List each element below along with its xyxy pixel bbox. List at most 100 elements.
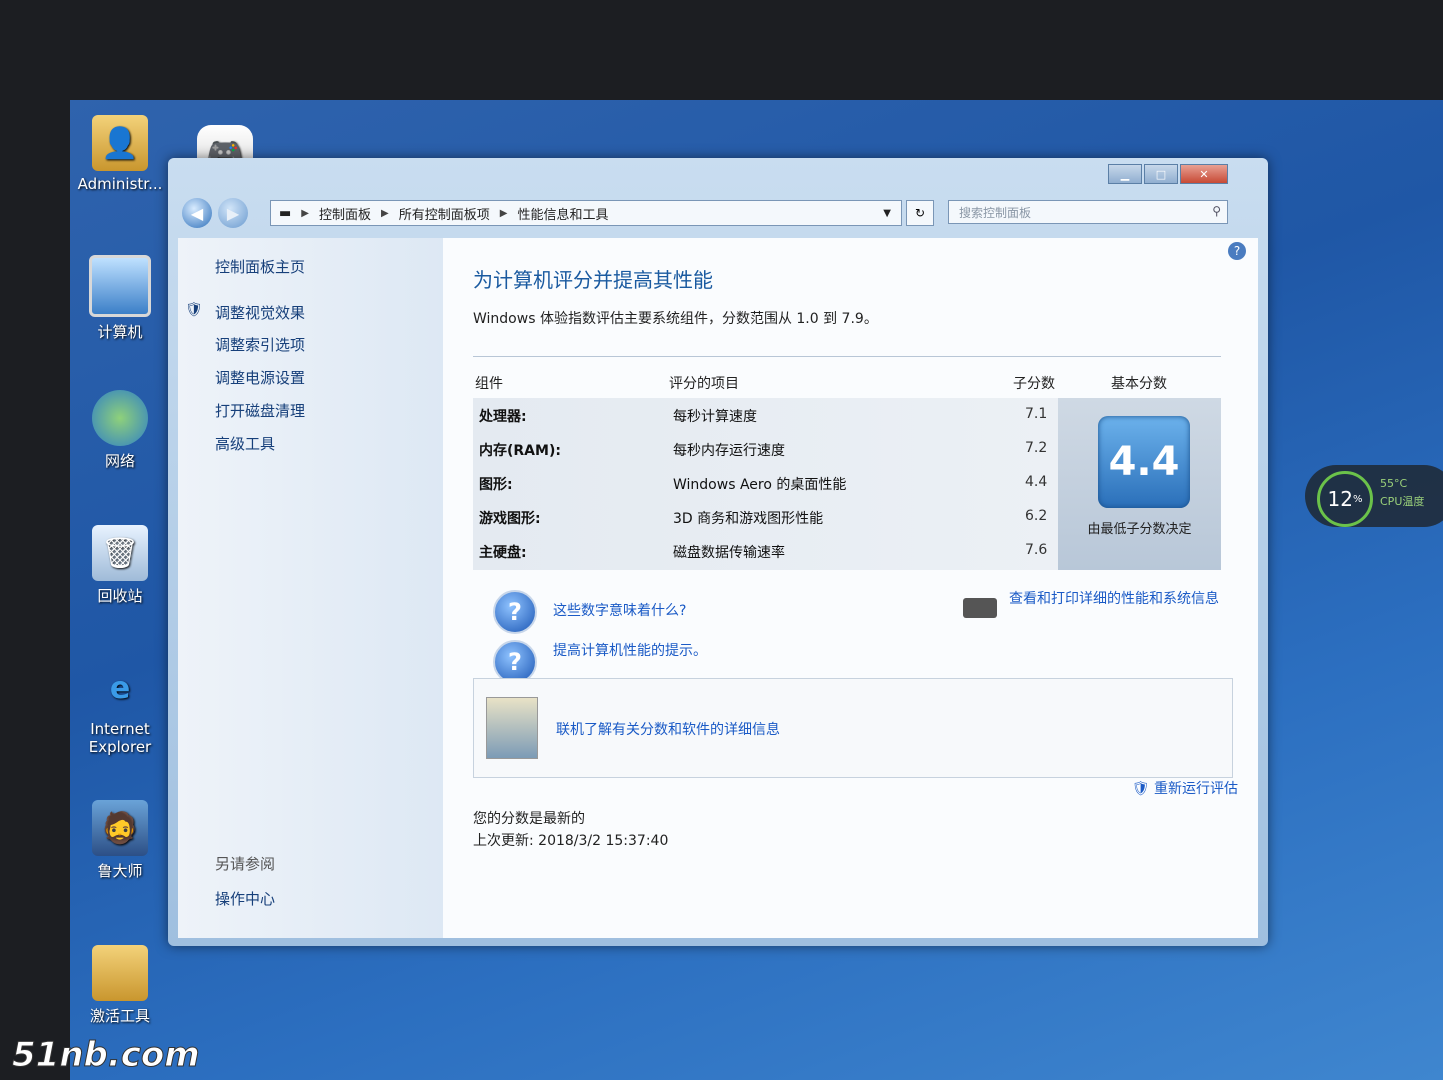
desktop-icon-activation[interactable]: 激活工具 xyxy=(70,945,170,1026)
desktop-icon-network[interactable]: 网络 xyxy=(70,390,170,471)
search-input[interactable]: 搜索控制面板 ⚲ xyxy=(948,200,1228,224)
base-score-value: 4.4 xyxy=(1098,416,1190,508)
performance-window: ▁ □ ✕ ◀ ▶ ▬ ▶ 控制面板 ▶ 所有控制面板项 ▶ 性能信息和工具 ▼… xyxy=(168,158,1268,946)
base-score-panel: 4.4 由最低子分数决定 xyxy=(1058,398,1221,570)
desktop-icon-ie[interactable]: e Internet Explorer xyxy=(70,660,170,757)
breadcrumb-separator-icon: ▶ xyxy=(381,207,389,219)
score-status: 您的分数是最新的 上次更新: 2018/3/2 15:37:40 xyxy=(473,808,668,852)
sidebar-see-also: 另请参阅 xyxy=(215,855,276,873)
breadcrumb-performance[interactable]: 性能信息和工具 xyxy=(517,204,608,223)
row-component: 图形: xyxy=(479,477,513,493)
back-button[interactable]: ◀ xyxy=(182,198,212,228)
refresh-button[interactable]: ↻ xyxy=(906,200,934,226)
main-panel: ? 为计算机评分并提高其性能 Windows 体验指数评估主要系统组件，分数范围… xyxy=(443,238,1258,938)
forward-button[interactable]: ▶ xyxy=(218,198,248,228)
shield-icon: 🛡 xyxy=(185,302,203,318)
row-component: 内存(RAM): xyxy=(479,443,561,459)
row-score: 7.1 xyxy=(1025,406,1048,422)
close-button[interactable]: ✕ xyxy=(1180,164,1228,184)
desktop-icon-computer[interactable]: 计算机 xyxy=(70,255,170,342)
desktop-icon-label: 回收站 xyxy=(97,587,143,605)
row-item: 每秒内存运行速度 xyxy=(673,443,785,459)
desktop-icon-label: 网络 xyxy=(104,452,135,470)
maximize-button[interactable]: □ xyxy=(1144,164,1178,184)
desktop-icon-label: Internet Explorer xyxy=(88,720,152,756)
row-score: 6.2 xyxy=(1025,508,1048,524)
search-placeholder: 搜索控制面板 xyxy=(959,205,1032,220)
folder-icon xyxy=(92,945,148,1001)
link-what-numbers-mean[interactable]: 这些数字意味着什么? xyxy=(553,600,686,620)
desktop-icon-label: Administr... xyxy=(77,175,163,193)
row-component: 处理器: xyxy=(479,409,527,425)
row-score: 7.2 xyxy=(1025,440,1048,456)
address-bar[interactable]: ▬ ▶ 控制面板 ▶ 所有控制面板项 ▶ 性能信息和工具 ▼ xyxy=(270,200,902,226)
forward-arrow-icon: ▶ xyxy=(226,203,240,223)
rerun-label: 重新运行评估 xyxy=(1154,781,1238,797)
cpu-temp-label: CPU温度 xyxy=(1380,495,1425,508)
window-content: 控制面板主页 🛡 调整视觉效果 调整索引选项 调整电源设置 打开磁盘清理 高级工… xyxy=(178,238,1258,938)
network-icon xyxy=(92,390,148,446)
breadcrumb-all-items[interactable]: 所有控制面板项 xyxy=(399,204,490,223)
cpu-usage-ring: 12% xyxy=(1317,471,1373,527)
address-dropdown-icon[interactable]: ▼ xyxy=(883,208,891,219)
recycle-bin-icon: 🗑 xyxy=(92,525,148,581)
window-controls: ▁ □ ✕ xyxy=(1106,164,1228,184)
status-up-to-date: 您的分数是最新的 xyxy=(473,811,585,827)
breadcrumb-separator-icon: ▶ xyxy=(499,207,508,219)
row-item: 每秒计算速度 xyxy=(673,409,757,425)
breadcrumb-control-panel[interactable]: 控制面板 xyxy=(319,204,371,223)
online-info-box: 联机了解有关分数和软件的详细信息 xyxy=(473,678,1233,778)
rerun-assessment-link[interactable]: 🛡 重新运行评估 xyxy=(1132,778,1238,798)
page-description: Windows 体验指数评估主要系统组件，分数范围从 1.0 到 7.9。 xyxy=(473,311,878,327)
ie-icon: e xyxy=(109,670,131,706)
row-score: 7.6 xyxy=(1025,542,1048,558)
sidebar: 控制面板主页 🛡 调整视觉效果 调整索引选项 调整电源设置 打开磁盘清理 高级工… xyxy=(178,238,443,938)
desktop-icon-label: 鲁大师 xyxy=(97,862,143,880)
desktop-icon-label: 计算机 xyxy=(97,323,143,341)
page-title: 为计算机评分并提高其性能 xyxy=(473,268,713,292)
header-subscore: 子分数 xyxy=(1013,376,1055,392)
sidebar-item-power[interactable]: 调整电源设置 xyxy=(215,367,305,388)
desktop-icon-recycle-bin[interactable]: 🗑 回收站 xyxy=(70,525,170,606)
row-component: 游戏图形: xyxy=(479,511,541,527)
sidebar-action-center[interactable]: 操作中心 xyxy=(215,888,275,909)
header-base-score: 基本分数 xyxy=(1111,376,1167,392)
user-folder-icon: 👤 xyxy=(92,115,148,171)
link-online-info[interactable]: 联机了解有关分数和软件的详细信息 xyxy=(556,719,780,739)
sidebar-item-indexing[interactable]: 调整索引选项 xyxy=(215,334,305,355)
row-item: 磁盘数据传输速率 xyxy=(673,545,785,561)
status-last-update: 上次更新: 2018/3/2 15:37:40 xyxy=(473,833,669,849)
row-item: Windows Aero 的桌面性能 xyxy=(673,477,847,493)
computer-icon xyxy=(89,255,151,317)
cpu-gadget[interactable]: 12% 55°C CPU温度 xyxy=(1305,465,1443,527)
breadcrumb-separator-icon: ▶ xyxy=(301,207,309,219)
link-detailed-info[interactable]: 查看和打印详细的性能和系统信息 xyxy=(1009,588,1219,608)
sidebar-control-panel-home[interactable]: 控制面板主页 xyxy=(215,256,305,277)
printer-icon xyxy=(963,598,997,618)
control-panel-icon: ▬ xyxy=(279,205,292,221)
help-icon[interactable]: ? xyxy=(1228,242,1246,260)
row-score: 4.4 xyxy=(1025,474,1048,490)
desktop-icon-administrator[interactable]: 👤 Administr... xyxy=(70,115,170,193)
watermark: 51nb.com xyxy=(12,1035,201,1076)
sidebar-item-visual-effects[interactable]: 🛡 调整视觉效果 xyxy=(185,302,306,323)
base-score-note: 由最低子分数决定 xyxy=(1087,522,1192,537)
ludashi-icon: 🧔 xyxy=(92,800,148,856)
header-rated-item: 评分的项目 xyxy=(669,376,739,392)
link-performance-tips[interactable]: 提高计算机性能的提示。 xyxy=(553,640,707,660)
score-table-header: 组件 评分的项目 子分数 基本分数 xyxy=(473,356,1221,397)
shield-icon: 🛡 xyxy=(1131,781,1150,797)
navigation-bar: ◀ ▶ ▬ ▶ 控制面板 ▶ 所有控制面板项 ▶ 性能信息和工具 ▼ ↻ 搜索控… xyxy=(178,196,1258,230)
question-icon: ? xyxy=(493,590,537,634)
minimize-button[interactable]: ▁ xyxy=(1108,164,1142,184)
sidebar-item-label: 调整视觉效果 xyxy=(215,304,306,322)
cpu-usage-value: 12 xyxy=(1327,487,1353,511)
row-component: 主硬盘: xyxy=(479,545,527,561)
back-arrow-icon: ◀ xyxy=(190,203,204,223)
cpu-temp-info: 55°C CPU温度 xyxy=(1380,475,1424,511)
desktop-icon-ludashi[interactable]: 🧔 鲁大师 xyxy=(70,800,170,881)
search-icon: ⚲ xyxy=(1212,204,1221,218)
sidebar-item-advanced-tools[interactable]: 高级工具 xyxy=(215,433,275,454)
score-table: 处理器: 每秒计算速度 7.1 内存(RAM): 每秒内存运行速度 7.2 图形… xyxy=(473,398,1221,570)
sidebar-item-disk-cleanup[interactable]: 打开磁盘清理 xyxy=(215,400,305,421)
